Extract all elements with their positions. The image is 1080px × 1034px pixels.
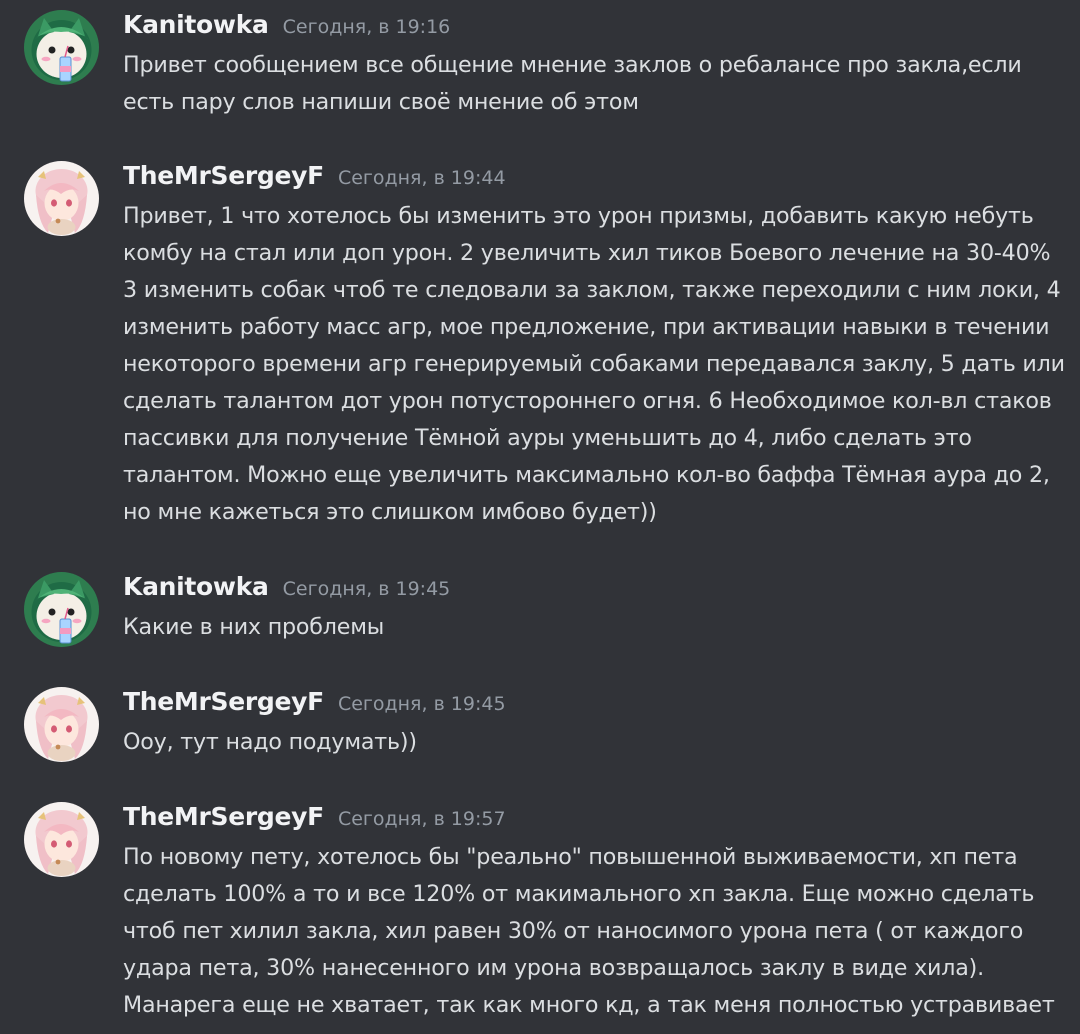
timestamp[interactable]: Сегодня, в 19:44 xyxy=(338,167,506,189)
message-header: TheMrSergeyF Сегодня, в 19:57 xyxy=(123,802,506,831)
message-text-line: Привет сообщением все общение мнение зак… xyxy=(123,52,1022,78)
message-text-line: сделать талантом дот урон потустороннего… xyxy=(123,388,1052,414)
timestamp[interactable]: Сегодня, в 19:16 xyxy=(283,16,451,38)
anime-girl-avatar-icon xyxy=(24,161,99,236)
message-content: По новому пету, хотелось бы "реально" по… xyxy=(123,839,1063,1024)
message-content: Какие в них проблемы xyxy=(123,609,1063,646)
cat-avatar-icon xyxy=(24,572,99,647)
timestamp[interactable]: Сегодня, в 19:45 xyxy=(283,578,451,600)
message-content: Привет сообщением все общение мнение зак… xyxy=(123,47,1063,121)
message-content: Привет, 1 что хотелось бы изменить это у… xyxy=(123,198,1065,531)
message-text-line: некоторого времени агр генерируемый соба… xyxy=(123,351,1065,377)
message-text-line: пассивки для получение Тёмной ауры умень… xyxy=(123,425,972,451)
message-text-line: Какие в них проблемы xyxy=(123,614,385,640)
message-text-line: чтоб пет хилил закла, хил равен 30% от н… xyxy=(123,918,1024,944)
message-text-line: комбу на стал или доп урон. 2 увеличить … xyxy=(123,240,1051,266)
message-header: TheMrSergeyF Сегодня, в 19:45 xyxy=(123,687,506,716)
avatar[interactable] xyxy=(24,687,99,762)
message-text-line: есть пару слов напиши своё мнение об это… xyxy=(123,89,639,115)
message-header: TheMrSergeyF Сегодня, в 19:44 xyxy=(123,161,506,190)
username[interactable]: TheMrSergeyF xyxy=(123,161,324,190)
message-text-line: талантом. Можно еще увеличить максимальн… xyxy=(123,462,1050,488)
message-header: Kanitowka Сегодня, в 19:45 xyxy=(123,572,450,601)
timestamp[interactable]: Сегодня, в 19:57 xyxy=(338,808,506,830)
username[interactable]: Kanitowka xyxy=(123,10,269,39)
message-header: Kanitowka Сегодня, в 19:16 xyxy=(123,10,450,39)
username[interactable]: TheMrSergeyF xyxy=(123,802,324,831)
chat-message-list: Kanitowka Сегодня, в 19:16 Привет сообщен… xyxy=(0,0,1080,1034)
avatar[interactable] xyxy=(24,802,99,877)
message-text-line: изменить работу масс агр, мое предложени… xyxy=(123,314,1050,340)
message-text-line: Ооу, тут надо подумать)) xyxy=(123,729,417,755)
cat-avatar-icon xyxy=(24,10,99,85)
message-text-line: Манарега еще не хватает, так как много к… xyxy=(123,992,1055,1018)
avatar[interactable] xyxy=(24,572,99,647)
message-content: Ооу, тут надо подумать)) xyxy=(123,724,1063,761)
anime-girl-avatar-icon xyxy=(24,802,99,877)
message-text-line: По новому пету, хотелось бы "реально" по… xyxy=(123,844,1018,870)
username[interactable]: TheMrSergeyF xyxy=(123,687,324,716)
message-text-line: сделать 100% а то и все 120% от макималь… xyxy=(123,881,1035,907)
username[interactable]: Kanitowka xyxy=(123,572,269,601)
timestamp[interactable]: Сегодня, в 19:45 xyxy=(338,693,506,715)
anime-girl-avatar-icon xyxy=(24,687,99,762)
message-text-line: Привет, 1 что хотелось бы изменить это у… xyxy=(123,203,1034,229)
avatar[interactable] xyxy=(24,10,99,85)
message-text-line: 3 изменить собак чтоб те следовали за за… xyxy=(123,277,1061,303)
message-text-line: но мне кажеться это слишком имбово будет… xyxy=(123,499,657,525)
avatar[interactable] xyxy=(24,161,99,236)
message-text-line: удара пета, 30% нанесенного им урона воз… xyxy=(123,955,984,981)
